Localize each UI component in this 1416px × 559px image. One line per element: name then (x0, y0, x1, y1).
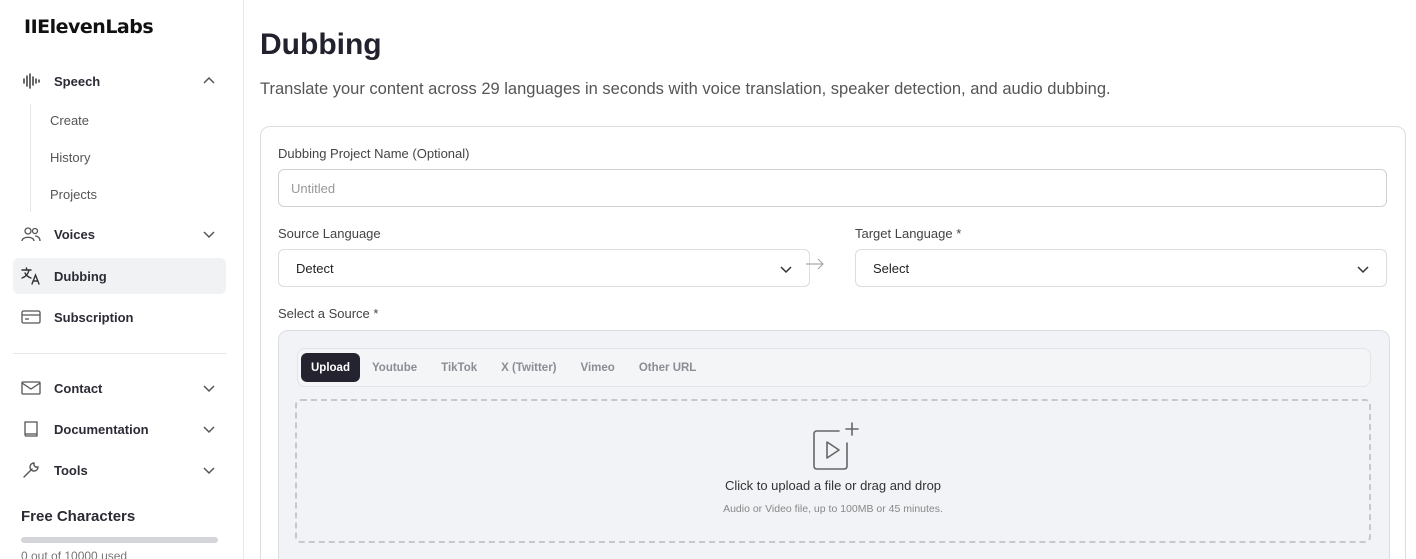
source-language-value: Detect (296, 260, 334, 276)
project-name-label: Dubbing Project Name (Optional) (278, 146, 470, 161)
sidebar-item-label: Speech (54, 73, 101, 89)
chevron-down-icon[interactable] (202, 381, 216, 395)
sidebar-item-subscription[interactable]: Subscription (13, 299, 226, 335)
users-icon (21, 224, 41, 244)
chevron-down-icon[interactable] (202, 227, 216, 241)
sidebar-item-voices[interactable]: Voices (13, 216, 226, 252)
chevron-down-icon (1357, 266, 1369, 274)
waveform-icon (21, 71, 41, 91)
dropzone-text: Click to upload a file or drag and drop (724, 478, 942, 493)
sidebar-item-label: Tools (54, 462, 88, 478)
arrow-right-icon (806, 258, 824, 270)
sidebar: IIElevenLabs Speech Create History Proje… (0, 0, 244, 559)
page-title: Dubbing (260, 28, 382, 61)
book-icon (21, 419, 41, 439)
sidebar-subitem-create[interactable]: Create (50, 113, 89, 128)
sidebar-item-dubbing[interactable]: Dubbing (13, 258, 226, 294)
video-upload-icon (813, 422, 859, 470)
sidebar-item-documentation[interactable]: Documentation (13, 411, 226, 447)
dropzone-hint: Audio or Video file, up to 100MB or 45 m… (723, 503, 943, 515)
chevron-up-icon[interactable] (202, 74, 216, 88)
select-source-label: Select a Source * (278, 306, 379, 321)
chevron-down-icon[interactable] (202, 463, 216, 477)
tab-upload[interactable]: Upload (301, 353, 360, 382)
tab-tiktok[interactable]: TikTok (429, 353, 489, 382)
sidebar-item-label: Dubbing (54, 268, 107, 284)
sidebar-item-label: Documentation (54, 421, 149, 437)
target-language-label: Target Language * (855, 226, 962, 241)
tab-x-twitter[interactable]: X (Twitter) (489, 353, 568, 382)
wrench-icon (21, 460, 41, 480)
sidebar-item-contact[interactable]: Contact (13, 370, 226, 406)
quota-usage-text: 0 out of 10000 used (21, 549, 128, 559)
source-language-label: Source Language (278, 226, 381, 241)
target-language-value: Select (873, 260, 910, 276)
submenu-line (30, 104, 31, 212)
dubbing-form-card: Dubbing Project Name (Optional) Source L… (260, 126, 1406, 559)
translate-icon (21, 266, 41, 286)
brand-logo[interactable]: IIElevenLabs (24, 16, 154, 38)
sidebar-item-label: Voices (54, 226, 95, 242)
card-icon (21, 307, 41, 327)
quota-progress-bar (21, 537, 218, 543)
sidebar-item-speech[interactable]: Speech (13, 63, 226, 99)
tab-youtube[interactable]: Youtube (360, 353, 429, 382)
page-subtitle: Translate your content across 29 languag… (260, 80, 1111, 98)
sidebar-item-tools[interactable]: Tools (13, 452, 226, 488)
project-name-input[interactable] (278, 169, 1387, 207)
sidebar-divider (13, 353, 226, 354)
chevron-down-icon[interactable] (202, 422, 216, 436)
upload-dropzone[interactable]: Click to upload a file or drag and drop … (295, 399, 1371, 543)
source-panel: Upload Youtube TikTok X (Twitter) Vimeo … (278, 330, 1390, 559)
main-content: Dubbing Translate your content across 29… (244, 0, 1416, 559)
target-language-select[interactable]: Select (855, 249, 1387, 287)
mail-icon (21, 378, 41, 398)
tab-other-url[interactable]: Other URL (627, 353, 709, 382)
source-tabs: Upload Youtube TikTok X (Twitter) Vimeo … (297, 348, 1371, 387)
sidebar-item-label: Subscription (54, 309, 134, 325)
chevron-down-icon (780, 266, 792, 274)
tab-vimeo[interactable]: Vimeo (569, 353, 627, 382)
sidebar-subitem-history[interactable]: History (50, 150, 90, 165)
sidebar-subitem-projects[interactable]: Projects (50, 187, 97, 202)
sidebar-item-label: Contact (54, 380, 103, 396)
source-language-select[interactable]: Detect (278, 249, 810, 287)
quota-title: Free Characters (21, 508, 136, 525)
